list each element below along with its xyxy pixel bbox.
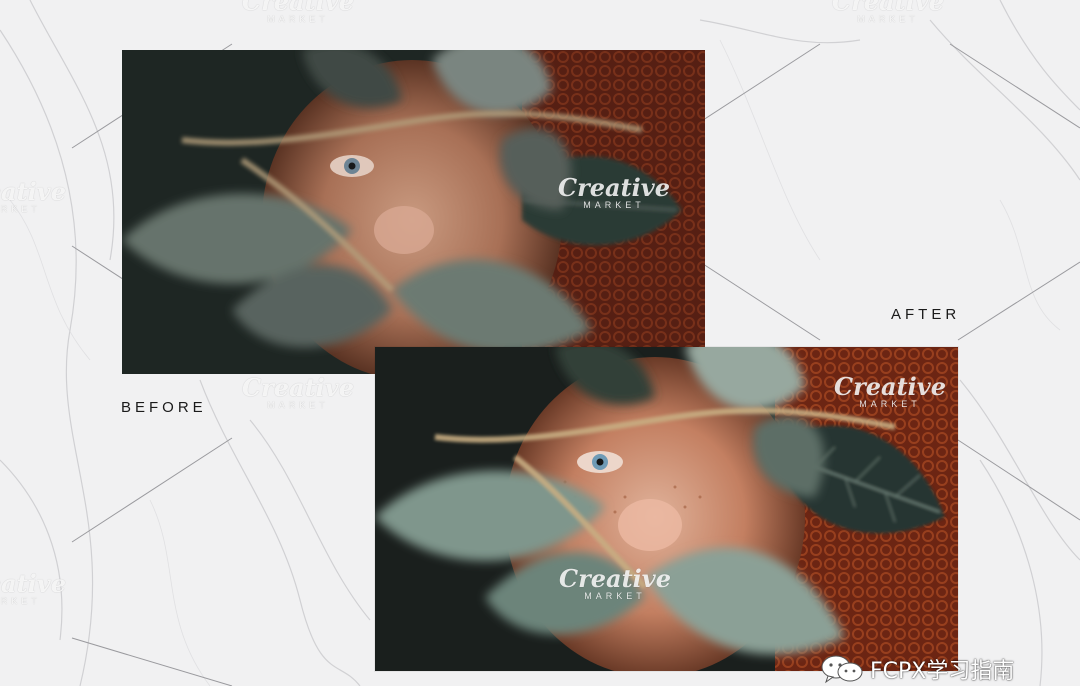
footer-badge: FCPX学习指南 <box>820 652 1014 686</box>
after-photo: Creative MARKET Creative MARKET <box>375 347 958 671</box>
footer-text: FCPX学习指南 <box>870 659 1015 684</box>
creative-market-watermark: Creative MARKET <box>242 373 354 410</box>
before-photo: Creative MARKET <box>122 50 705 374</box>
after-label: AFTER <box>891 306 961 323</box>
creative-market-watermark: Creative MARKET <box>0 569 66 606</box>
wechat-icon <box>821 655 863 684</box>
before-label: BEFORE <box>121 399 207 416</box>
creative-market-watermark: Creative MARKET <box>558 173 670 210</box>
creative-market-watermark: Creative MARKET <box>832 0 944 24</box>
creative-market-watermark: Creative MARKET <box>242 0 354 24</box>
creative-market-watermark: Creative MARKET <box>0 177 66 214</box>
creative-market-watermark: Creative MARKET <box>559 564 671 601</box>
creative-market-watermark: Creative MARKET <box>834 372 946 409</box>
